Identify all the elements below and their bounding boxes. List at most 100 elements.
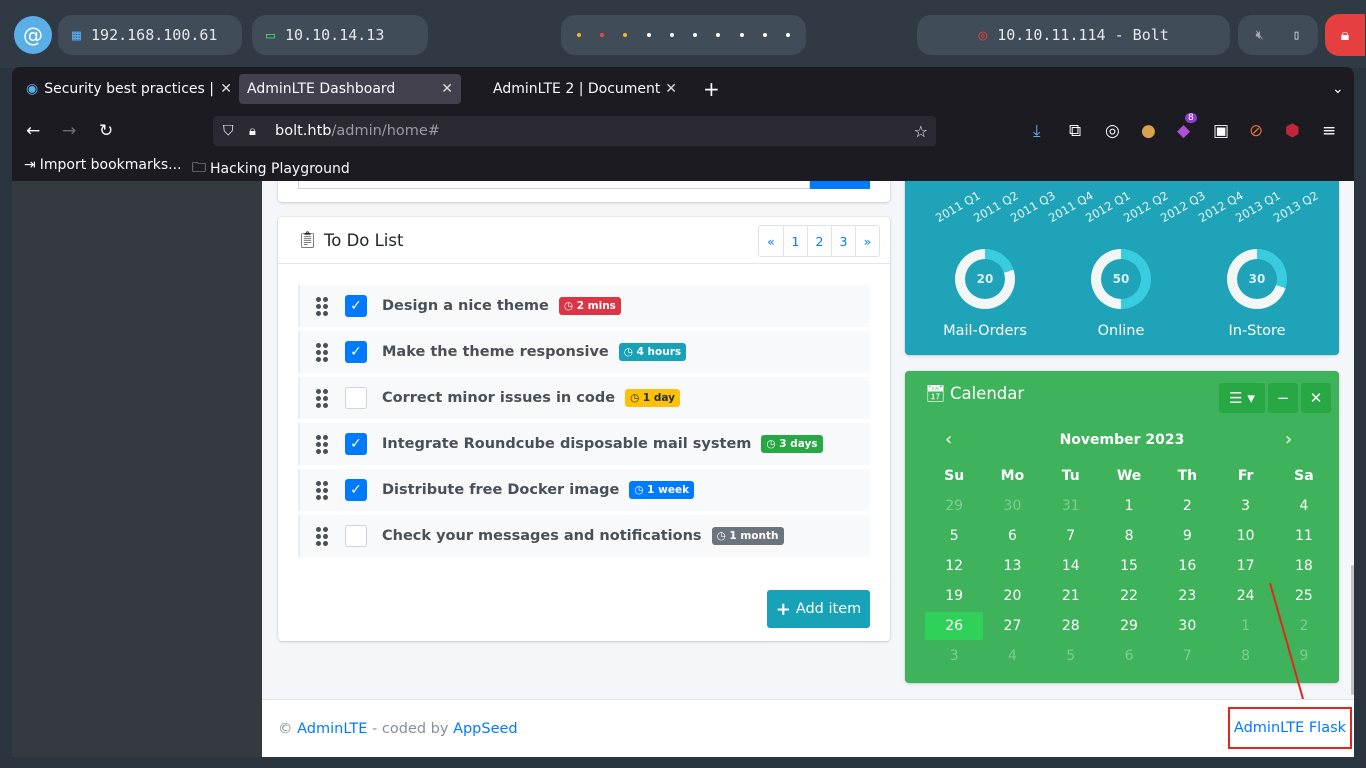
todo-checkbox[interactable]: ✓: [345, 433, 367, 455]
calendar-day[interactable]: 1: [1100, 498, 1158, 514]
calendar-day[interactable]: 6: [983, 528, 1041, 544]
todo-item[interactable]: Correct minor issues in code ◷ 1 day: [298, 377, 870, 419]
pager-page-1[interactable]: 1: [783, 226, 807, 256]
extensions-icon[interactable]: ⧉: [1069, 121, 1081, 141]
back-arrow-icon[interactable]: ←: [26, 121, 40, 141]
calendar-month[interactable]: November 2023: [905, 432, 1339, 448]
calendar-day[interactable]: 6: [1100, 648, 1158, 664]
calendar-day[interactable]: 11: [1275, 528, 1333, 544]
drag-handle-icon[interactable]: [316, 526, 328, 546]
drag-handle-icon[interactable]: [316, 342, 328, 362]
calendar-day[interactable]: 23: [1158, 588, 1216, 604]
downloads-icon[interactable]: ⤓: [1033, 121, 1041, 141]
todo-checkbox[interactable]: ✓: [345, 341, 367, 363]
calendar-day[interactable]: 3: [1216, 498, 1274, 514]
adminlte-flask-link[interactable]: AdminLTE Flask: [1234, 720, 1346, 736]
calendar-day[interactable]: 10: [1216, 528, 1274, 544]
ip-pill-vpn[interactable]: ▭ 10.10.14.13: [252, 15, 428, 55]
ip-pill-local[interactable]: ▦ 192.168.100.61: [58, 15, 242, 55]
extension-hack-icon[interactable]: ◆: [1177, 121, 1190, 141]
send-button[interactable]: [810, 181, 870, 189]
calendar-day[interactable]: 17: [1216, 558, 1274, 574]
extension-proxy-icon[interactable]: ⊘: [1249, 121, 1263, 141]
pager-page-3[interactable]: 3: [831, 226, 855, 256]
calendar-day[interactable]: 16: [1158, 558, 1216, 574]
pager-prev[interactable]: «: [759, 226, 783, 256]
calendar-day[interactable]: 3: [925, 648, 983, 664]
bookmark-import[interactable]: ⇥ Import bookmarks...: [24, 157, 182, 173]
drag-handle-icon[interactable]: [316, 480, 328, 500]
calendar-day[interactable]: 8: [1100, 528, 1158, 544]
todo-checkbox[interactable]: ✓: [345, 295, 367, 317]
calendar-day[interactable]: 29: [1100, 618, 1158, 634]
calendar-day[interactable]: 15: [1100, 558, 1158, 574]
calendar-day[interactable]: 5: [1042, 648, 1100, 664]
calendar-day[interactable]: 5: [925, 528, 983, 544]
close-tab-icon[interactable]: ✕: [220, 81, 232, 97]
calendar-day[interactable]: 4: [1275, 498, 1333, 514]
calendar-day[interactable]: 22: [1100, 588, 1158, 604]
drag-handle-icon[interactable]: [316, 434, 328, 454]
calendar-day[interactable]: 18: [1275, 558, 1333, 574]
calendar-day[interactable]: 28: [1042, 618, 1100, 634]
tab-list-chevron-icon[interactable]: ⌄: [1324, 74, 1352, 104]
drag-handle-icon[interactable]: [316, 388, 328, 408]
todo-checkbox[interactable]: [345, 525, 367, 547]
calendar-day[interactable]: 30: [1158, 618, 1216, 634]
power-lock-icon[interactable]: 🔒︎: [1325, 14, 1365, 56]
footer-brand-link[interactable]: AdminLTE: [297, 721, 367, 737]
debian-logo-icon[interactable]: @: [14, 16, 52, 54]
todo-checkbox[interactable]: ✓: [345, 479, 367, 501]
calendar-day[interactable]: 27: [983, 618, 1041, 634]
calendar-day[interactable]: 30: [983, 498, 1041, 514]
close-tab-icon[interactable]: ✕: [441, 81, 453, 97]
hamburger-menu-icon[interactable]: ≡: [1322, 121, 1336, 141]
bookmark-hacking-playground[interactable]: 🗀 Hacking Playground: [192, 157, 350, 181]
pager-next[interactable]: »: [855, 226, 879, 256]
extension-agent-icon[interactable]: ▣: [1213, 121, 1229, 141]
add-item-button[interactable]: + Add item: [767, 590, 870, 628]
reload-icon[interactable]: ↻: [99, 121, 113, 141]
shield-icon[interactable]: ⛉: [223, 123, 234, 139]
calendar-day[interactable]: 21: [1042, 588, 1100, 604]
todo-item[interactable]: ✓ Make the theme responsive ◷ 4 hours: [298, 331, 870, 373]
calendar-day[interactable]: 13: [983, 558, 1041, 574]
tab-security[interactable]: ◉ Security best practices | ✕: [18, 74, 240, 104]
close-tab-icon[interactable]: ✕: [665, 81, 677, 97]
drag-handle-icon[interactable]: [316, 296, 328, 316]
lock-icon[interactable]: 🔒︎: [249, 124, 256, 139]
calendar-day[interactable]: 9: [1158, 528, 1216, 544]
calendar-day[interactable]: 26: [925, 612, 984, 640]
ublock-icon[interactable]: ⬢: [1285, 121, 1300, 141]
footer-author-link[interactable]: AppSeed: [453, 721, 518, 737]
calendar-day[interactable]: 12: [925, 558, 983, 574]
target-pill[interactable]: ◎ 10.10.11.114 - Bolt: [917, 15, 1230, 55]
workspace-switcher[interactable]: [561, 15, 806, 55]
url-bar[interactable]: ⛉ 🔒︎ bolt.htb/admin/home# ☆: [213, 116, 936, 146]
calendar-day[interactable]: 7: [1042, 528, 1100, 544]
calendar-day[interactable]: 14: [1042, 558, 1100, 574]
extension-cookie-icon[interactable]: ●: [1141, 121, 1156, 141]
todo-item[interactable]: ✓ Integrate Roundcube disposable mail sys…: [298, 423, 870, 465]
todo-item[interactable]: ✓ Distribute free Docker image ◷ 1 week: [298, 469, 870, 511]
calendar-day[interactable]: 4: [983, 648, 1041, 664]
mute-icon[interactable]: 🔇︎: [1255, 28, 1263, 43]
bookmark-star-icon[interactable]: ☆: [914, 122, 928, 141]
calendar-day[interactable]: 2: [1158, 498, 1216, 514]
forward-arrow-icon[interactable]: →: [62, 121, 76, 141]
calendar-day[interactable]: 20: [983, 588, 1041, 604]
new-tab-plus-icon[interactable]: +: [695, 74, 728, 104]
next-month-chevron-icon[interactable]: ›: [1285, 429, 1292, 450]
todo-item[interactable]: ✓ Design a nice theme ◷ 2 mins: [298, 285, 870, 327]
extension-mask-icon[interactable]: ◎: [1105, 121, 1120, 141]
pager-page-2[interactable]: 2: [807, 226, 831, 256]
calendar-day[interactable]: 19: [925, 588, 983, 604]
calendar-day[interactable]: 29: [925, 498, 983, 514]
tab-adminlte-docs[interactable]: AdminLTE 2 | Documenta ✕: [485, 74, 685, 104]
remove-button[interactable]: ✕: [1301, 383, 1331, 413]
todo-item[interactable]: Check your messages and notifications ◷ 1…: [298, 515, 870, 557]
tab-adminlte-dashboard[interactable]: AdminLTE Dashboard ✕: [239, 74, 461, 104]
scrollbar[interactable]: [1351, 565, 1354, 695]
calendar-menu-button[interactable]: ☰ ▾: [1219, 383, 1265, 413]
collapse-button[interactable]: −: [1268, 383, 1298, 413]
